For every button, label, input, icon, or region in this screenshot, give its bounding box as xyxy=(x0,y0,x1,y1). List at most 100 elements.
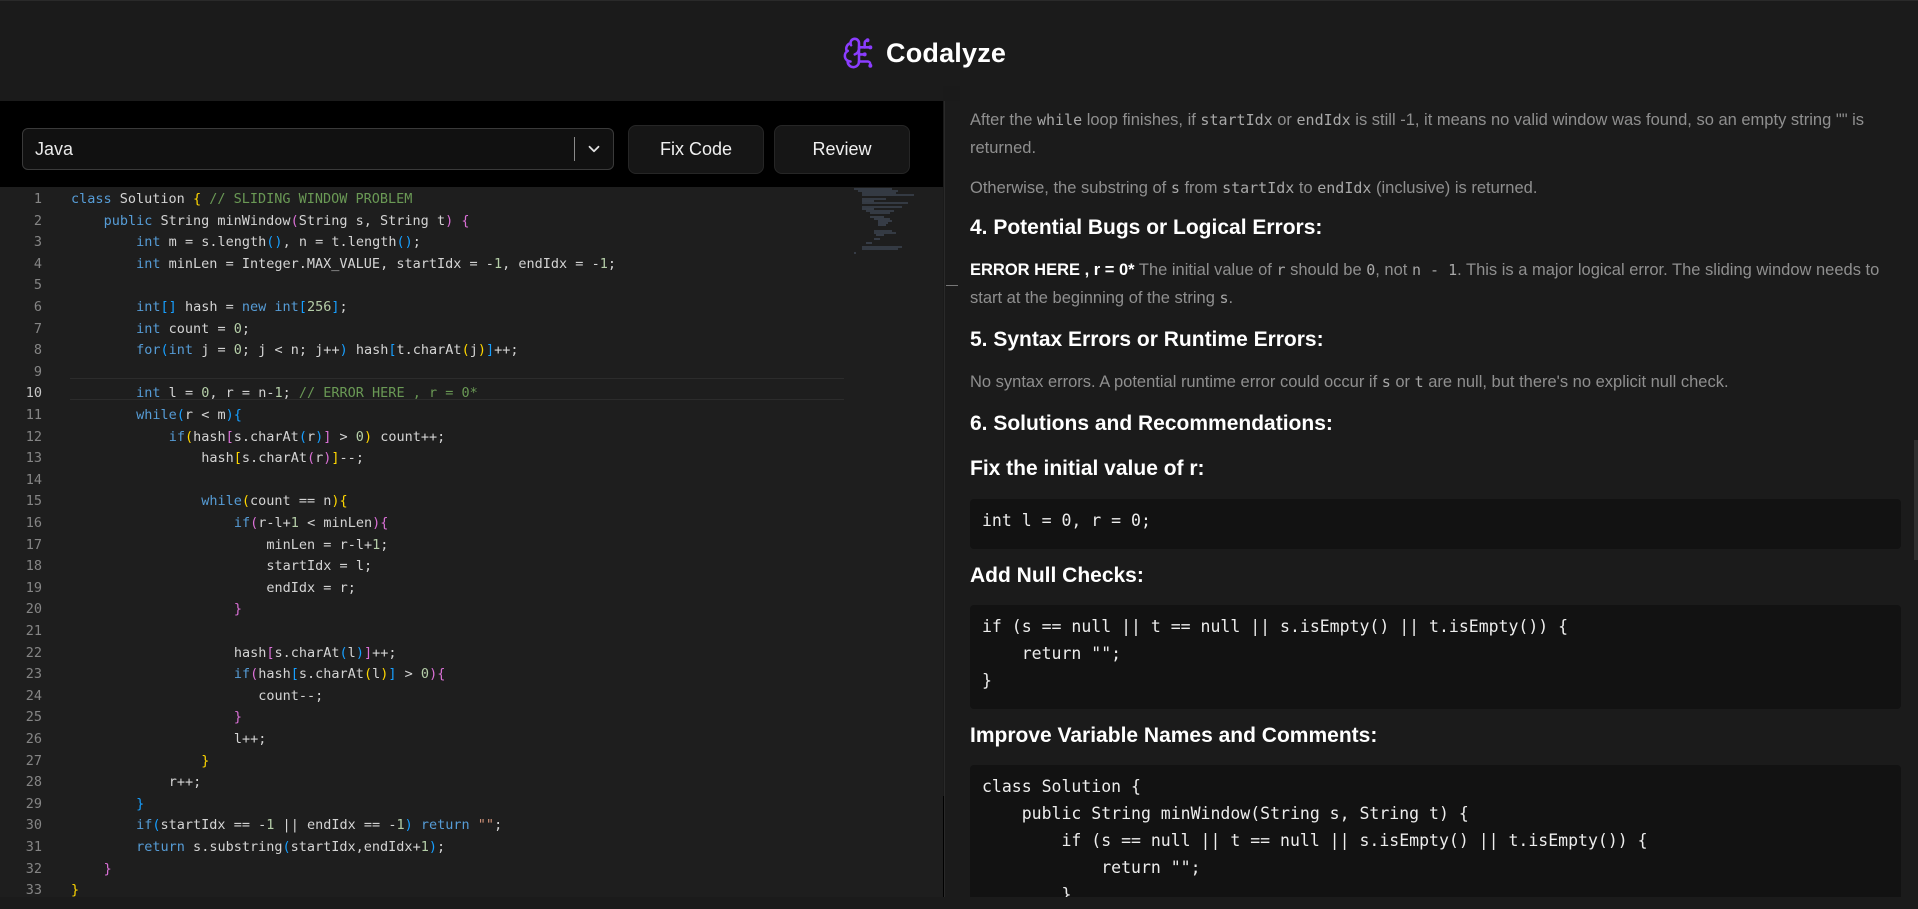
review-button[interactable]: Review xyxy=(774,125,910,174)
text: loop finishes, if xyxy=(1082,111,1201,129)
review-paragraph: ERROR HERE , r = 0* The initial value of… xyxy=(970,256,1900,312)
subheading: Add Null Checks: xyxy=(970,564,1144,587)
line-code: if(hash[s.charAt(l)] > 0){ xyxy=(233,666,446,683)
code-line[interactable]: 6 int[] hash = new int[256]; xyxy=(0,297,943,318)
line-code: count--; xyxy=(258,687,324,704)
review-paragraph: No syntax errors. A potential runtime er… xyxy=(970,368,1900,396)
line-number: 4 xyxy=(33,255,42,272)
code-line[interactable]: 26 l++; xyxy=(0,729,943,750)
code-line[interactable]: 33} xyxy=(0,880,943,897)
line-number: 30 xyxy=(25,817,42,834)
code-line[interactable]: 10 int l = 0, r = n-1; // ERROR HERE , r… xyxy=(0,383,943,404)
line-number: 1 xyxy=(33,191,42,207)
review-paragraph: Otherwise, the substring of s from start… xyxy=(970,174,1900,202)
code-line[interactable]: 25 } xyxy=(0,707,943,728)
review-scrollbar[interactable] xyxy=(1914,440,1918,560)
line-code: public String minWindow(String s, String… xyxy=(103,212,470,229)
code-line[interactable]: 24 count--; xyxy=(0,686,943,707)
text: , not xyxy=(1375,261,1412,279)
section-heading: 5. Syntax Errors or Runtime Errors: xyxy=(970,328,1324,351)
code-line[interactable]: 5 xyxy=(0,275,943,296)
line-code: while(r < m){ xyxy=(136,407,242,423)
code-line[interactable]: 18 startIdx = l; xyxy=(0,556,943,577)
inline-code: startIdx xyxy=(1200,111,1273,129)
text: are null, but there's no explicit null c… xyxy=(1423,373,1729,391)
editor-panel: Java Fix Code Review 1 class Solution {… xyxy=(0,101,960,897)
language-select-value: Java xyxy=(35,139,74,159)
line-code: if(hash[s.charAt(r)] > 0) count++; xyxy=(168,428,446,445)
line-code: } xyxy=(103,860,112,877)
line-code: } xyxy=(136,795,145,812)
code-line[interactable]: 8 for(int j = 0; j < n; j++) hash[t.char… xyxy=(0,340,943,361)
line-number: 16 xyxy=(25,515,42,531)
line-number: 29 xyxy=(25,795,42,812)
code-line[interactable]: 19 endIdx = r; xyxy=(0,578,943,599)
code-line[interactable]: 15 while(count == n){ xyxy=(0,491,943,512)
line-code: } xyxy=(233,601,242,618)
panel-resize-handle[interactable] xyxy=(946,285,958,286)
code-line[interactable]: 16 if(r-l+1 < minLen){ xyxy=(0,513,943,534)
text: to xyxy=(1294,179,1318,197)
code-line[interactable]: 21 xyxy=(0,621,943,642)
line-number: 9 xyxy=(33,363,42,380)
line-code: return s.substring(startIdx,endIdx+1); xyxy=(136,839,446,855)
line-number: 33 xyxy=(25,882,42,897)
inline-code: s xyxy=(1219,289,1229,307)
code-line[interactable]: 28 r++; xyxy=(0,772,943,793)
section-heading: 4. Potential Bugs or Logical Errors: xyxy=(970,216,1323,239)
line-number: 21 xyxy=(25,623,42,639)
line-code: hash[s.charAt(l)]++; xyxy=(233,644,397,661)
code-line[interactable]: 9 xyxy=(0,362,943,383)
code-line[interactable]: 20 } xyxy=(0,599,943,620)
code-block: int l = 0, r = 0; xyxy=(970,499,1901,549)
line-code: startIdx = l; xyxy=(266,558,373,575)
language-select[interactable]: Java xyxy=(22,128,614,170)
code-line[interactable]: 12 if(hash[s.charAt(r)] > 0) count++; xyxy=(0,427,943,448)
inline-code: endIdx xyxy=(1317,179,1372,197)
code-line[interactable]: 2 public String minWindow(String s, Stri… xyxy=(0,211,943,232)
code-line[interactable]: 27 } xyxy=(0,751,943,772)
line-code: class Solution { // SLIDING WINDOW PROBL… xyxy=(71,191,413,207)
line-number: 17 xyxy=(25,536,42,553)
line-number: 23 xyxy=(25,666,42,683)
text: (inclusive) is returned. xyxy=(1371,179,1538,197)
code-line[interactable]: 17 minLen = r-l+1; xyxy=(0,535,943,556)
code-line[interactable]: 29 } xyxy=(0,794,943,815)
code-line[interactable]: 7 int count = 0; xyxy=(0,319,943,340)
line-number: 13 xyxy=(25,450,42,467)
brand: Codalyze xyxy=(842,31,1006,75)
fix-code-button[interactable]: Fix Code xyxy=(628,125,764,174)
line-number: 14 xyxy=(25,471,42,488)
line-code: if(startIdx == -1 || endIdx == -1) retur… xyxy=(136,817,503,834)
chevron-down-icon[interactable] xyxy=(585,140,603,158)
line-number: 19 xyxy=(25,579,42,596)
code-line[interactable]: 31 return s.substring(startIdx,endIdx+1)… xyxy=(0,837,943,858)
line-number: 25 xyxy=(25,709,42,726)
inline-code: 0 xyxy=(1366,261,1376,279)
text: After the xyxy=(970,111,1037,129)
section-heading: 6. Solutions and Recommendations: xyxy=(970,412,1333,435)
line-number: 18 xyxy=(25,558,42,575)
code-line[interactable]: 14 xyxy=(0,470,943,491)
code-line[interactable]: 22 hash[s.charAt(l)]++; xyxy=(0,643,943,664)
line-number: 6 xyxy=(33,299,42,315)
line-code: hash[s.charAt(r)]--; xyxy=(201,450,364,467)
text: . xyxy=(1228,289,1234,307)
code-block: if (s == null || t == null || s.isEmpty(… xyxy=(970,605,1901,709)
code-editor[interactable]: 1 class Solution { // SLIDING WINDOW PROB… xyxy=(0,187,943,897)
line-number: 31 xyxy=(25,839,42,855)
line-number: 3 xyxy=(33,234,42,251)
code-line[interactable]: 4 int minLen = Integer.MAX_VALUE, startI… xyxy=(0,254,943,275)
line-number: 8 xyxy=(33,342,42,359)
code-line[interactable]: 1 class Solution { // SLIDING WINDOW PROB… xyxy=(0,189,943,210)
code-line[interactable]: 11 while(r < m){ xyxy=(0,405,943,426)
line-code: for(int j = 0; j < n; j++) hash[t.charAt… xyxy=(136,342,519,359)
line-number: 32 xyxy=(25,860,42,877)
code-line[interactable]: 32 } xyxy=(0,859,943,880)
code-line[interactable]: 3 int m = s.length(), n = t.length(); xyxy=(0,232,943,253)
code-line[interactable]: 23 if(hash[s.charAt(l)] > 0){ xyxy=(0,664,943,685)
code-line[interactable]: 30 if(startIdx == -1 || endIdx == -1) re… xyxy=(0,815,943,836)
code-line[interactable]: 13 hash[s.charAt(r)]--; xyxy=(0,448,943,469)
line-number: 26 xyxy=(25,731,42,747)
text: should be xyxy=(1285,261,1367,279)
